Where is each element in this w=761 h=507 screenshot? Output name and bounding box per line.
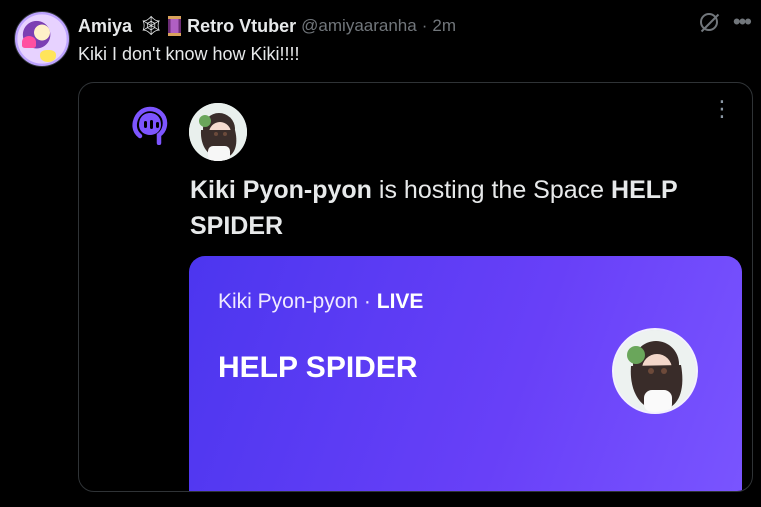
- space-card[interactable]: ⋮ Kiki Pyon-pyon is hosting the Space HE…: [78, 82, 753, 492]
- grok-icon[interactable]: [699, 13, 718, 31]
- host-avatar-illustration: [189, 103, 247, 161]
- thread-spool-icon: [168, 16, 182, 36]
- tweet-header: Amiya 🕸 Retro Vtuber @amiyaaranha · 2m: [78, 14, 456, 38]
- author-name[interactable]: Amiya: [78, 16, 132, 37]
- host-avatar[interactable]: [189, 103, 247, 161]
- tweet-author-avatar[interactable]: [14, 11, 70, 67]
- header-separator: ·: [421, 16, 428, 35]
- space-host-name[interactable]: Kiki Pyon-pyon: [190, 176, 372, 204]
- more-vertical-icon[interactable]: ⋮: [711, 98, 733, 120]
- live-host-name: Kiki Pyon-pyon: [218, 290, 359, 313]
- live-label: LIVE: [376, 290, 424, 313]
- live-host-avatar[interactable]: [612, 328, 698, 414]
- tweet-text: Kiki I don't know how Kiki!!!!: [78, 44, 300, 64]
- space-title: HELP SPIDER: [218, 351, 418, 384]
- live-separator: ·: [363, 290, 371, 313]
- live-status-row: Kiki Pyon-pyon · LIVE: [218, 290, 423, 314]
- tweet-time[interactable]: 2m: [432, 16, 456, 36]
- retro-vtuber-label: Retro Vtuber: [187, 15, 297, 36]
- live-space-preview[interactable]: Kiki Pyon-pyon · LIVE HELP SPIDER: [189, 256, 742, 491]
- live-host-avatar-illustration: [614, 330, 696, 412]
- host-phrase: is hosting the Space: [378, 176, 605, 204]
- spider-web-icon: 🕸: [139, 16, 164, 37]
- more-horizontal-icon[interactable]: •••: [733, 11, 752, 33]
- space-host-description: Kiki Pyon-pyon is hosting the Space HELP…: [190, 172, 730, 244]
- spaces-microphone-icon: [132, 106, 168, 145]
- top-actions: •••: [699, 11, 752, 33]
- author-handle[interactable]: @amiyaaranha: [301, 16, 417, 36]
